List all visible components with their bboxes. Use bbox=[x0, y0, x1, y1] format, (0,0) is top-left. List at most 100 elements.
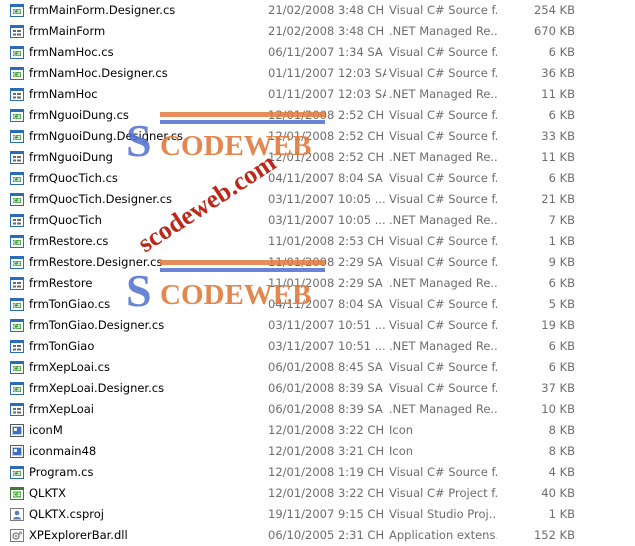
file-size: 1 KB bbox=[548, 507, 575, 521]
file-size: 6 KB bbox=[548, 45, 575, 59]
file-row[interactable]: C# QLKTX 12/01/2008 3:22 CH Visual C# Proje… bbox=[0, 483, 635, 504]
svg-text:C#: C# bbox=[13, 324, 21, 330]
file-row[interactable]: XPExplorerBar.dll 06/10/2005 2:31 CH Appli… bbox=[0, 525, 635, 546]
file-name: iconM bbox=[29, 423, 63, 437]
file-type: Visual C# Source f... bbox=[389, 318, 497, 332]
svg-text:C#: C# bbox=[13, 51, 21, 57]
file-name: frmXepLoai.cs bbox=[29, 360, 110, 374]
file-size: 9 KB bbox=[548, 255, 575, 269]
file-type: .NET Managed Re... bbox=[389, 87, 497, 101]
file-date-modified: 21/02/2008 3:48 CH bbox=[268, 24, 385, 38]
file-row[interactable]: C# frmTonGiao.Designer.cs 03/11/2007 10:51… bbox=[0, 315, 635, 336]
file-row[interactable]: C# frmQuocTich.cs 04/11/2007 8:04 SA Visual… bbox=[0, 168, 635, 189]
file-name: frmXepLoai.Designer.cs bbox=[29, 381, 165, 395]
svg-text:C#: C# bbox=[13, 471, 21, 477]
file-date-modified: 12/01/2008 1:19 CH bbox=[268, 465, 385, 479]
file-size: 254 KB bbox=[533, 3, 575, 17]
user-file-icon bbox=[10, 508, 24, 521]
cs-file-icon: C# bbox=[10, 4, 24, 17]
file-row[interactable]: frmTonGiao 03/11/2007 10:51 ... .NET Manag… bbox=[0, 336, 635, 357]
file-row[interactable]: C# frmXepLoai.cs 06/01/2008 8:45 SA Visual … bbox=[0, 357, 635, 378]
cs-file-icon: C# bbox=[10, 361, 24, 374]
svg-text:C#: C# bbox=[13, 135, 21, 141]
file-date-modified: 12/01/2008 2:52 CH bbox=[268, 150, 385, 164]
file-type: Visual C# Source f... bbox=[389, 297, 497, 311]
svg-text:C#: C# bbox=[13, 387, 21, 393]
file-date-modified: 01/11/2007 12:03 SA bbox=[268, 87, 386, 101]
file-size: 8 KB bbox=[548, 423, 575, 437]
svg-text:C#: C# bbox=[13, 366, 21, 372]
file-row[interactable]: iconmain48 12/01/2008 3:21 CH Icon 8 KB bbox=[0, 441, 635, 462]
file-size: 19 KB bbox=[541, 318, 575, 332]
file-name: frmMainForm bbox=[29, 24, 106, 38]
file-size: 6 KB bbox=[548, 360, 575, 374]
file-date-modified: 01/11/2007 12:03 SA bbox=[268, 66, 386, 80]
file-row[interactable]: frmXepLoai 06/01/2008 8:39 SA .NET Managed… bbox=[0, 399, 635, 420]
file-size: 6 KB bbox=[548, 276, 575, 290]
file-name: frmRestore bbox=[29, 276, 93, 290]
file-type: Visual C# Source f... bbox=[389, 465, 497, 479]
file-row[interactable]: frmNamHoc 01/11/2007 12:03 SA .NET Managed… bbox=[0, 84, 635, 105]
file-date-modified: 12/01/2008 3:21 CH bbox=[268, 444, 385, 458]
file-size: 40 KB bbox=[541, 486, 575, 500]
file-row[interactable]: QLKTX.csproj 19/11/2007 9:15 CH Visual Stu… bbox=[0, 504, 635, 525]
file-name: iconmain48 bbox=[29, 444, 97, 458]
file-row[interactable]: iconM 12/01/2008 3:22 CH Icon 8 KB bbox=[0, 420, 635, 441]
file-name: XPExplorerBar.dll bbox=[29, 528, 128, 542]
file-name: frmNamHoc bbox=[29, 87, 98, 101]
file-type: Visual C# Source f... bbox=[389, 171, 497, 185]
file-type: Icon bbox=[389, 444, 414, 458]
file-row[interactable]: frmQuocTich 03/11/2007 10:05 ... .NET Mana… bbox=[0, 210, 635, 231]
cs-file-icon: C# bbox=[10, 46, 24, 59]
file-row[interactable]: C# frmQuocTich.Designer.cs 03/11/2007 10:0… bbox=[0, 189, 635, 210]
file-name: frmQuocTich bbox=[29, 213, 102, 227]
resx-file-icon bbox=[10, 151, 24, 164]
file-type: Visual C# Project f... bbox=[389, 486, 497, 500]
file-name: frmTonGiao bbox=[29, 339, 95, 353]
file-date-modified: 19/11/2007 9:15 CH bbox=[268, 507, 385, 521]
file-size: 37 KB bbox=[541, 381, 575, 395]
file-row[interactable]: frmNguoiDung 12/01/2008 2:52 CH .NET Manag… bbox=[0, 147, 635, 168]
file-type: Visual C# Source f... bbox=[389, 66, 497, 80]
file-row[interactable]: C# frmRestore.Designer.cs 11/01/2008 2:29 … bbox=[0, 252, 635, 273]
file-row[interactable]: C# frmRestore.cs 11/01/2008 2:53 CH Visual … bbox=[0, 231, 635, 252]
cs-file-icon: C# bbox=[10, 319, 24, 332]
file-name: frmTonGiao.Designer.cs bbox=[29, 318, 165, 332]
file-size: 6 KB bbox=[548, 108, 575, 122]
file-type: Visual C# Source f... bbox=[389, 255, 497, 269]
resx-file-icon bbox=[10, 88, 24, 101]
file-name: QLKTX.csproj bbox=[29, 507, 104, 521]
cs-file-icon: C# bbox=[10, 235, 24, 248]
file-size: 6 KB bbox=[548, 339, 575, 353]
svg-text:C#: C# bbox=[13, 9, 21, 15]
svg-text:C#: C# bbox=[13, 303, 21, 309]
file-row[interactable]: frmMainForm 21/02/2008 3:48 CH .NET Manage… bbox=[0, 21, 635, 42]
file-name: frmTonGiao.cs bbox=[29, 297, 111, 311]
file-type: Application extens... bbox=[389, 528, 497, 542]
file-row[interactable]: C# frmMainForm.Designer.cs 21/02/2008 3:48… bbox=[0, 0, 635, 21]
resx-file-icon bbox=[10, 214, 24, 227]
file-row[interactable]: C# frmNguoiDung.cs 12/01/2008 2:52 CH Visua… bbox=[0, 105, 635, 126]
svg-text:C#: C# bbox=[13, 492, 21, 498]
file-type: Visual C# Source f... bbox=[389, 45, 497, 59]
file-row[interactable]: C# frmTonGiao.cs 04/11/2007 8:04 SA Visual … bbox=[0, 294, 635, 315]
file-size: 4 KB bbox=[548, 465, 575, 479]
svg-text:C#: C# bbox=[13, 114, 21, 120]
file-type: Visual C# Source f... bbox=[389, 234, 497, 248]
file-row[interactable]: C# frmNamHoc.Designer.cs 01/11/2007 12:03 … bbox=[0, 63, 635, 84]
file-row[interactable]: C# frmXepLoai.Designer.cs 06/01/2008 8:39 … bbox=[0, 378, 635, 399]
ico-file-icon bbox=[10, 445, 24, 458]
file-row[interactable]: C# frmNamHoc.cs 06/11/2007 1:34 SA Visual C… bbox=[0, 42, 635, 63]
cs-file-icon: C# bbox=[10, 130, 24, 143]
file-type: .NET Managed Re... bbox=[389, 276, 497, 290]
file-type: .NET Managed Re... bbox=[389, 402, 497, 416]
file-date-modified: 03/11/2007 10:51 ... bbox=[268, 339, 386, 353]
file-date-modified: 11/01/2008 2:29 SA bbox=[268, 276, 383, 290]
file-row[interactable]: C# Program.cs 12/01/2008 1:19 CH Visual C# … bbox=[0, 462, 635, 483]
file-row[interactable]: C# frmNguoiDung.Designer.cs 12/01/2008 2:5… bbox=[0, 126, 635, 147]
file-row[interactable]: frmRestore 11/01/2008 2:29 SA .NET Managed… bbox=[0, 273, 635, 294]
file-name: frmNguoiDung bbox=[29, 150, 113, 164]
file-type: .NET Managed Re... bbox=[389, 24, 497, 38]
file-name: frmNguoiDung.cs bbox=[29, 108, 129, 122]
file-date-modified: 12/01/2008 2:52 CH bbox=[268, 108, 385, 122]
